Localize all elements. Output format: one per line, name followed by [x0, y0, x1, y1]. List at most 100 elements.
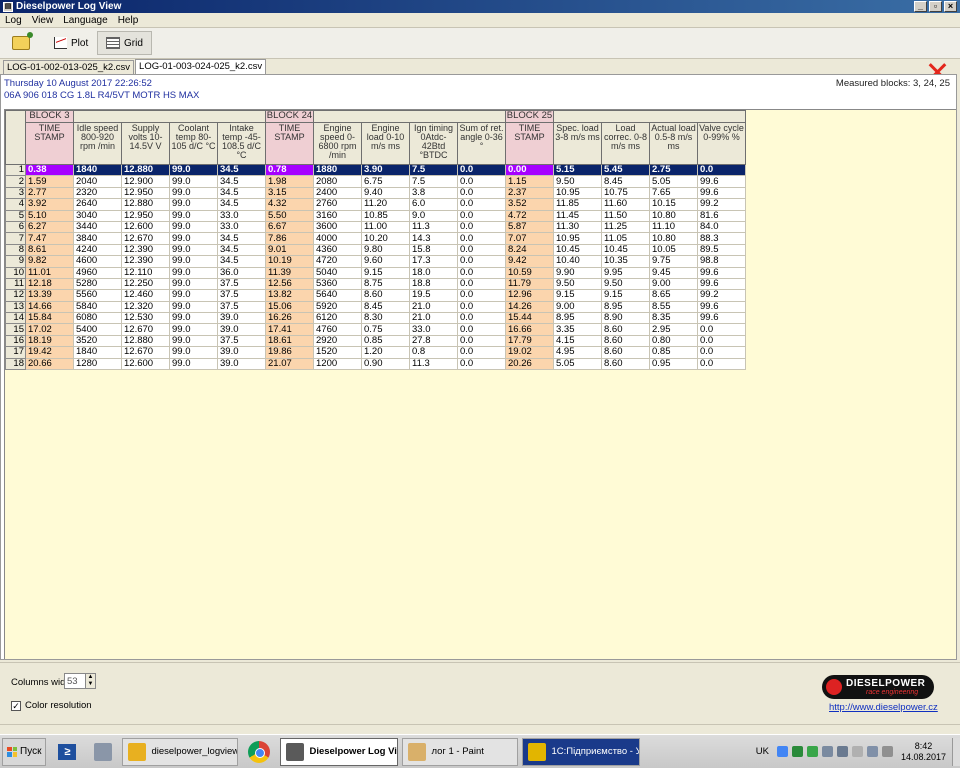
grid-cell[interactable]: 12.110 [121, 267, 170, 279]
grid-cell[interactable]: 4.72 [505, 210, 554, 222]
grid-cell[interactable]: 10.59 [505, 267, 554, 279]
grid-cell[interactable]: 33.0 [409, 323, 458, 336]
grid-cell[interactable]: 14.66 [25, 301, 74, 314]
menu-log[interactable]: Log [0, 15, 27, 26]
grid-cell[interactable]: 17.41 [265, 323, 314, 336]
grid-cell[interactable]: 9.95 [601, 267, 650, 279]
grid-cell[interactable]: 21.0 [409, 312, 458, 325]
grid-cell[interactable]: 9.42 [505, 255, 554, 268]
grid-cell[interactable]: 11.30 [553, 221, 602, 234]
language-indicator[interactable]: UK [756, 746, 769, 757]
network-launcher[interactable] [88, 738, 118, 766]
grid-cell[interactable]: 0.0 [457, 187, 506, 200]
grid-cell[interactable]: 2.37 [505, 187, 554, 200]
grid-cell[interactable]: 4760 [313, 323, 362, 336]
grid-cell[interactable]: 19.02 [505, 346, 554, 359]
grid-cell[interactable]: 10.95 [553, 187, 602, 200]
action-center-flag-icon[interactable] [851, 746, 863, 757]
grid-cell[interactable]: 10.80 [649, 210, 698, 222]
grid-cell[interactable]: 8.35 [649, 312, 698, 325]
grid-cell[interactable]: 8.60 [601, 346, 650, 359]
grid-cell[interactable]: 34.5 [217, 187, 266, 200]
grid-cell[interactable]: 27.8 [409, 335, 458, 348]
menu-help[interactable]: Help [113, 15, 144, 26]
grid-cell[interactable]: 2040 [73, 175, 122, 188]
grid-cell[interactable]: 12.670 [121, 323, 170, 336]
grid-cell[interactable]: 0.0 [457, 323, 506, 336]
grid-cell[interactable]: 34.5 [217, 175, 266, 188]
table-row[interactable]: 9 9.82 4600 12.390 99.0 34.5 10.19 4720 9.60 17.3… [5, 255, 746, 268]
grid-cell[interactable]: 10.85 [361, 210, 410, 222]
grid-cell[interactable]: 4720 [313, 255, 362, 268]
grid-cell[interactable]: 0.0 [457, 289, 506, 302]
grid-cell[interactable]: 17.3 [409, 255, 458, 268]
grid-cell[interactable]: 0.0 [457, 312, 506, 325]
file-tab-active[interactable]: LOG-01-003-024-025_k2.csv [135, 59, 267, 74]
grid-cell[interactable]: 99.2 [697, 198, 746, 211]
grid-cell[interactable]: 9.15 [601, 289, 650, 302]
sync-tray-icon[interactable] [806, 746, 818, 757]
spin-down-icon[interactable]: ▼ [86, 681, 95, 688]
grid-cell[interactable]: 13.82 [265, 289, 314, 302]
grid-cell[interactable]: 12.250 [121, 278, 170, 291]
grid-cell[interactable]: 99.0 [169, 289, 218, 302]
grid-cell[interactable]: 99.6 [697, 312, 746, 325]
grid-cell[interactable]: 11.05 [601, 232, 650, 245]
grid-cell[interactable]: 5920 [313, 301, 362, 314]
grid-cell[interactable]: 37.5 [217, 289, 266, 302]
grid-cell[interactable]: 5.05 [553, 358, 602, 371]
grid-cell[interactable]: 99.0 [169, 187, 218, 200]
grid-cell[interactable]: 8.90 [601, 312, 650, 325]
grid-cell[interactable]: 12.950 [121, 210, 170, 222]
column-header[interactable]: Engine speed 0-6800 rpm /min [313, 122, 362, 165]
powershell-launcher[interactable]: ≥ [52, 738, 82, 766]
column-header[interactable]: Supply volts 10-14.5V V [121, 122, 170, 165]
grid-cell[interactable]: 0.0 [457, 301, 506, 314]
grid-cell[interactable]: 12.530 [121, 312, 170, 325]
grid-cell[interactable]: 0.85 [649, 346, 698, 359]
grid-cell[interactable]: 5840 [73, 301, 122, 314]
grid-cell[interactable]: 0.0 [457, 198, 506, 211]
grid-cell[interactable]: 15.44 [505, 312, 554, 325]
table-row[interactable]: 5 5.10 3040 12.950 99.0 33.0 5.50 3160 10.85 9.0 0… [5, 210, 746, 222]
grid-cell[interactable]: 12.880 [121, 198, 170, 211]
grid-cell[interactable]: 0.0 [457, 210, 506, 222]
column-header[interactable]: Idle speed 800-920 rpm /min [73, 122, 122, 165]
column-header[interactable]: Actual load 0.5-8 m/s ms [649, 122, 698, 165]
show-desktop-button[interactable] [952, 737, 960, 766]
grid-cell[interactable]: 9.50 [553, 175, 602, 188]
grid-cell[interactable]: 3600 [313, 221, 362, 234]
grid-cell[interactable]: 99.6 [697, 187, 746, 200]
menu-language[interactable]: Language [58, 15, 113, 26]
grid-cell[interactable]: 8.60 [601, 335, 650, 348]
volume-icon[interactable] [881, 746, 893, 757]
grid-cell[interactable]: 4360 [313, 244, 362, 257]
grid-cell[interactable]: 1.98 [265, 175, 314, 188]
grid-cell[interactable]: 11.85 [553, 198, 602, 211]
grid-cell[interactable]: 3520 [73, 335, 122, 348]
table-row[interactable]: 8 8.61 4240 12.390 99.0 34.5 9.01 4360 9.80 15.8 0… [5, 244, 746, 257]
grid-cell[interactable]: 3160 [313, 210, 362, 222]
column-header[interactable]: TIME STAMP [505, 122, 554, 165]
grid-cell[interactable]: 2920 [313, 335, 362, 348]
taskbar-item-chrome[interactable] [242, 738, 276, 766]
grid-cell[interactable]: 10.80 [649, 232, 698, 245]
grid-cell[interactable]: 4960 [73, 267, 122, 279]
grid-button[interactable]: Grid [97, 31, 152, 55]
grid-cell[interactable]: 10.45 [553, 244, 602, 257]
grid-cell[interactable]: 11.39 [265, 267, 314, 279]
grid-cell[interactable]: 8.60 [601, 323, 650, 336]
grid-cell[interactable]: 5.50 [265, 210, 314, 222]
grid-cell[interactable]: 39.0 [217, 323, 266, 336]
grid-cell[interactable]: 11.01 [25, 267, 74, 279]
grid-cell[interactable]: 99.0 [169, 198, 218, 211]
data-grid[interactable]: BLOCK 3 BLOCK 24 BLOCK 25 TIME STAMP Idle s… [4, 109, 956, 659]
grid-cell[interactable]: 6.0 [409, 198, 458, 211]
grid-cell[interactable]: 8.24 [505, 244, 554, 257]
grid-cell[interactable]: 11.3 [409, 358, 458, 371]
grid-cell[interactable]: 5.15 [553, 164, 602, 177]
grid-cell[interactable]: 3.92 [25, 198, 74, 211]
column-header[interactable]: Ign timing 0Atdc-42Btd °BTDC [409, 122, 458, 165]
grid-cell[interactable]: 39.0 [217, 358, 266, 371]
column-header[interactable]: Valve cycle 0-99% % [697, 122, 746, 165]
